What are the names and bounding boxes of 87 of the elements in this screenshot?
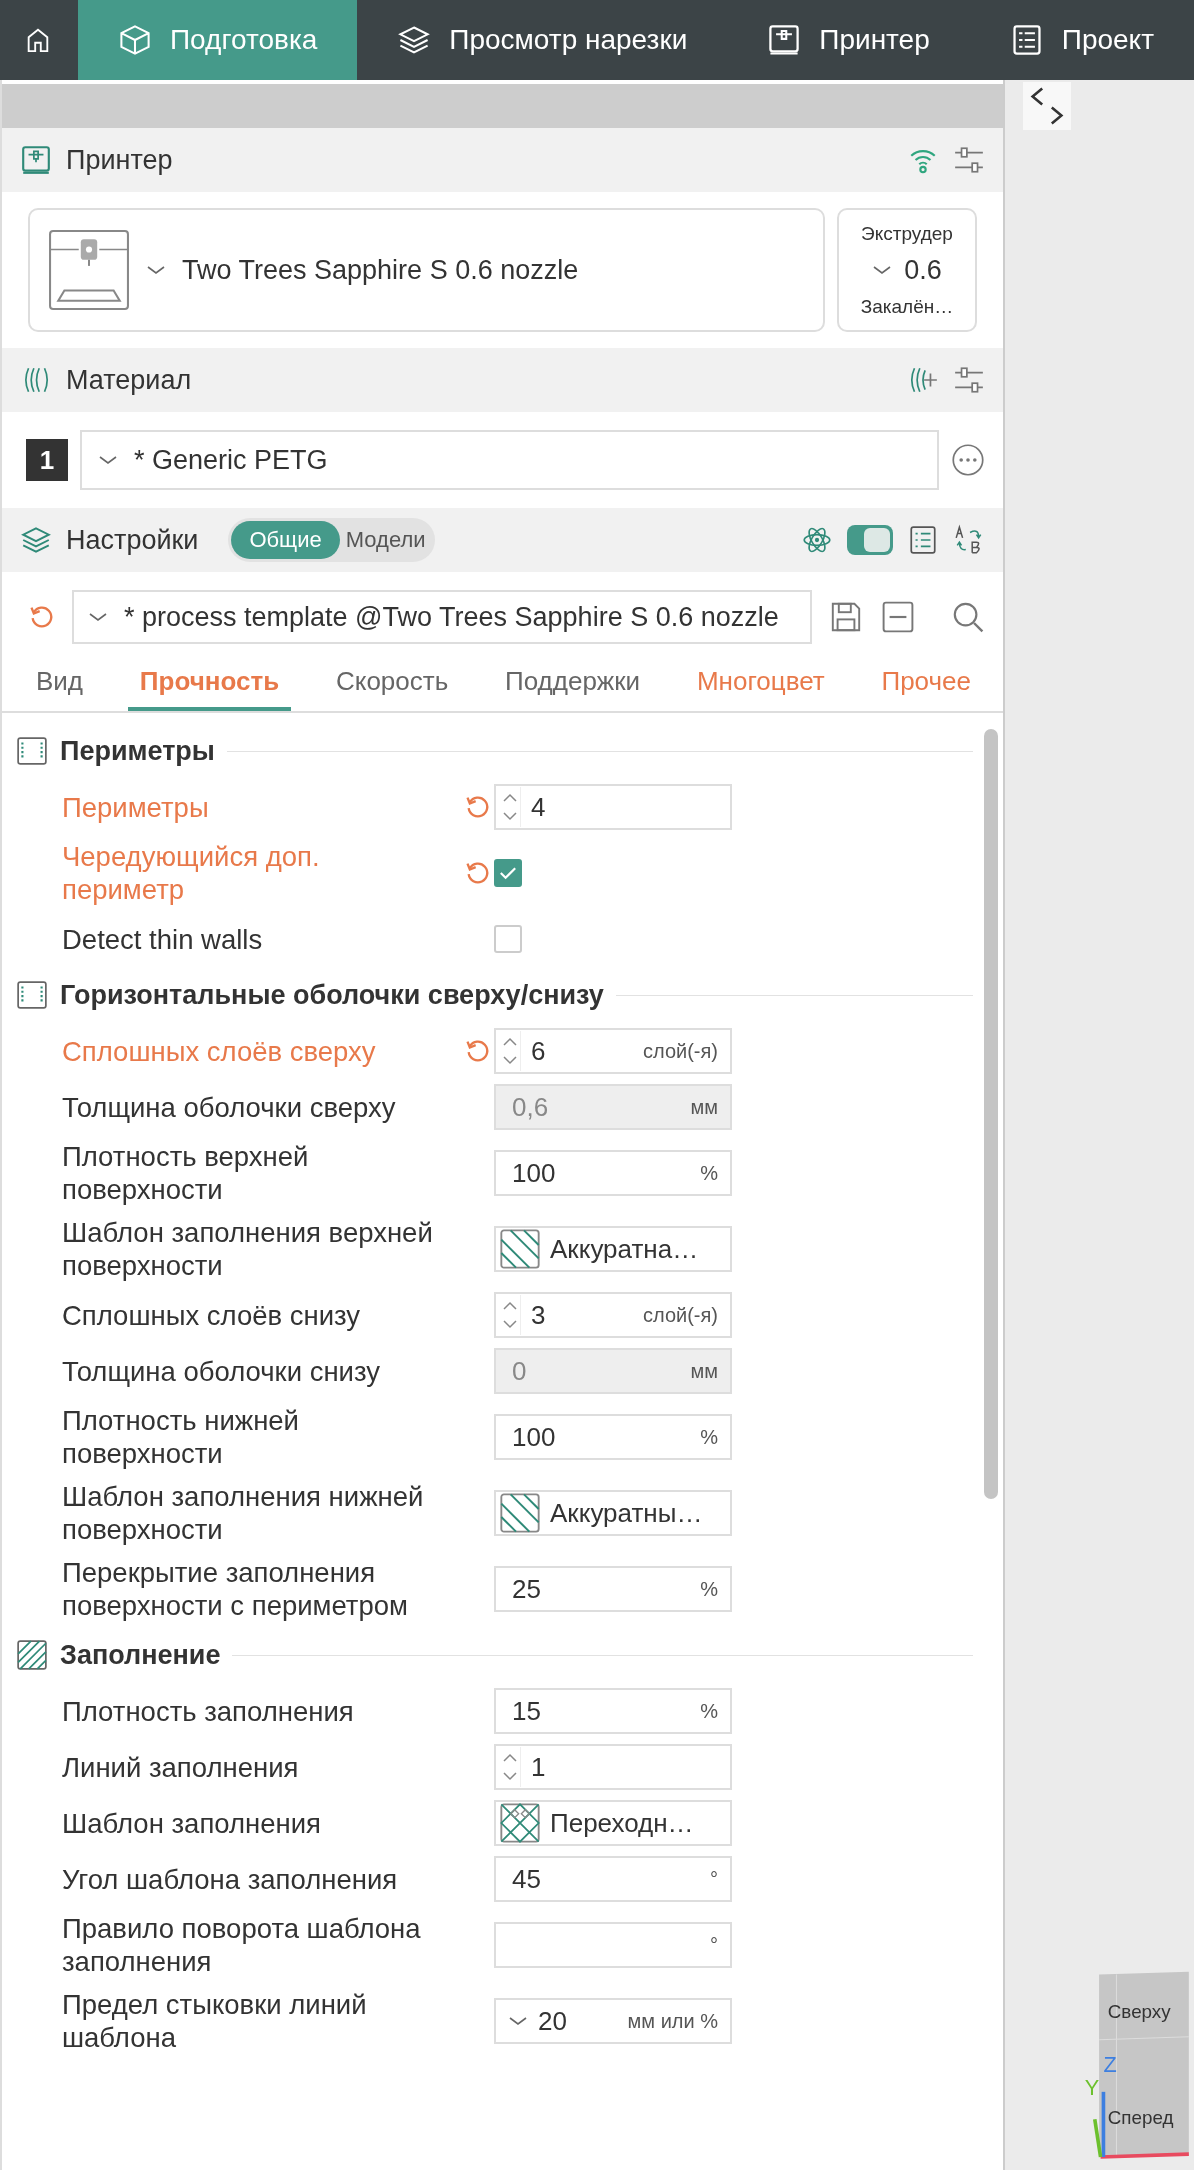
mode-option[interactable]: Модели bbox=[339, 521, 432, 559]
setting-label: Правило поворота шаблона заполнения bbox=[62, 1912, 422, 1979]
input-field[interactable]: 25 % bbox=[494, 1566, 732, 1612]
pattern-selector[interactable]: Аккуратны… bbox=[494, 1490, 732, 1536]
setting-label: Толщина оболочки снизу bbox=[62, 1354, 381, 1389]
number-field[interactable]: 6 слой(-я) bbox=[494, 1028, 732, 1074]
diagonal-pattern-icon bbox=[500, 1229, 540, 1269]
axis-label: Y bbox=[1084, 2074, 1100, 2100]
section-title: Материал bbox=[66, 364, 192, 396]
caret-icon bbox=[146, 264, 166, 276]
cube-face-label: Сверху bbox=[1107, 2001, 1171, 2023]
checkbox[interactable] bbox=[494, 859, 522, 887]
nav-tab[interactable]: Принтер bbox=[727, 0, 970, 80]
z-axis-line bbox=[1101, 2091, 1106, 2157]
combo-field[interactable]: 20 мм или % bbox=[494, 1998, 732, 2044]
number-field[interactable]: 4 bbox=[494, 784, 732, 830]
setting-label: Detect thin walls bbox=[62, 922, 264, 957]
pattern-selector[interactable]: Аккуратна… bbox=[494, 1226, 732, 1272]
number-field[interactable]: 3 слой(-я) bbox=[494, 1292, 732, 1338]
caret-icon bbox=[508, 2015, 528, 2027]
y-axis-line bbox=[1092, 2119, 1103, 2158]
section-title: Настройки bbox=[66, 524, 199, 556]
setting-label: Шаблон заполнения bbox=[62, 1806, 322, 1841]
input-field[interactable]: 100 % bbox=[494, 1150, 732, 1196]
axis-label: Z bbox=[1103, 2051, 1117, 2077]
view-cube[interactable] bbox=[1099, 1971, 1189, 2157]
shell-icon bbox=[16, 979, 48, 1011]
shell-icon bbox=[16, 735, 48, 767]
setting-label: Периметры bbox=[62, 790, 210, 825]
setting-label: Угол шаблона заполнения bbox=[62, 1862, 399, 1897]
nav-tab[interactable]: Проект bbox=[969, 0, 1194, 80]
expand-icon[interactable] bbox=[1023, 82, 1071, 130]
section-title: Принтер bbox=[66, 144, 173, 176]
scrollbar-thumb[interactable] bbox=[984, 729, 998, 1499]
setting-label: Плотность заполнения bbox=[62, 1694, 355, 1729]
input-field[interactable]: 45 ° bbox=[494, 1856, 732, 1902]
section-heading: Периметры bbox=[60, 735, 215, 767]
setting-label: Предел стыковки линий шаблона bbox=[62, 1988, 368, 2055]
extruder-selector[interactable]: Экструдер 0.6 Закалён… bbox=[837, 208, 977, 332]
number-field[interactable]: 1 bbox=[494, 1744, 732, 1790]
setting-label: Сплошных слоёв снизу bbox=[62, 1298, 362, 1333]
filament-selector[interactable]: * Generic PETG bbox=[80, 430, 939, 490]
printer-icon bbox=[767, 23, 802, 57]
setting-label: Шаблон заполнения нижней поверхности bbox=[62, 1480, 425, 1547]
process-selector[interactable]: * process template @Two Trees Sapphire S 0.6 nozzle bbox=[72, 590, 812, 644]
setting-label: Шаблон заполнения верхней поверхности bbox=[62, 1216, 434, 1283]
more-icon[interactable] bbox=[951, 443, 985, 477]
caret-icon bbox=[98, 454, 118, 466]
input-field[interactable]: 15 % bbox=[494, 1688, 732, 1734]
spinner-arrows-icon[interactable] bbox=[500, 1747, 521, 1787]
setting-label: Толщина оболочки сверху bbox=[62, 1090, 397, 1125]
advanced-toggle[interactable] bbox=[847, 525, 893, 555]
setting-label: Линий заполнения bbox=[62, 1750, 300, 1785]
pattern-selector[interactable]: Переходн… bbox=[494, 1800, 732, 1846]
list-icon[interactable] bbox=[907, 524, 939, 556]
infill-icon bbox=[16, 1639, 48, 1671]
settings-tab[interactable]: Поддержки bbox=[493, 654, 653, 711]
sliders-icon[interactable] bbox=[953, 364, 985, 396]
printer-icon bbox=[48, 229, 130, 311]
setting-label: Сплошных слоёв сверху bbox=[62, 1034, 377, 1069]
input-field[interactable]: ° bbox=[494, 1922, 732, 1968]
cube-icon bbox=[117, 23, 152, 57]
cube-face-label: Сперед bbox=[1107, 2106, 1174, 2128]
setting-label: Перекрытие заполнения поверхности с периметром bbox=[62, 1556, 409, 1623]
spinner-arrows-icon[interactable] bbox=[500, 1031, 521, 1071]
settings-tab[interactable]: Вид bbox=[24, 654, 96, 711]
crosshatch-pattern-icon bbox=[500, 1803, 540, 1843]
remove-icon[interactable] bbox=[880, 599, 916, 635]
section-heading: Заполнение bbox=[60, 1639, 221, 1671]
settings-tab[interactable]: Скорость bbox=[323, 654, 461, 711]
spinner-arrows-icon[interactable] bbox=[500, 1295, 521, 1335]
printer-icon bbox=[20, 144, 52, 176]
caret-icon bbox=[88, 611, 108, 623]
section-heading: Горизонтальные оболочки сверху/снизу bbox=[60, 979, 604, 1011]
input-field[interactable]: 100 % bbox=[494, 1414, 732, 1460]
caret-icon bbox=[872, 264, 893, 276]
sliders-icon[interactable] bbox=[953, 144, 985, 176]
setting-label: Плотность нижней поверхности bbox=[62, 1404, 300, 1471]
checkbox[interactable] bbox=[494, 925, 522, 953]
diagonal-pattern-icon bbox=[500, 1493, 540, 1533]
spinner-arrows-icon[interactable] bbox=[500, 787, 521, 827]
nav-tab[interactable]: Просмотр нарезки bbox=[357, 0, 728, 80]
printer-selector[interactable]: Two Trees Sapphire S 0.6 nozzle bbox=[28, 208, 825, 332]
filament-number: 1 bbox=[26, 439, 68, 481]
setting-label: Плотность верхней поверхности bbox=[62, 1140, 310, 1207]
setting-label: Чередующийся доп. периметр bbox=[62, 840, 321, 907]
layers-icon bbox=[20, 524, 52, 556]
